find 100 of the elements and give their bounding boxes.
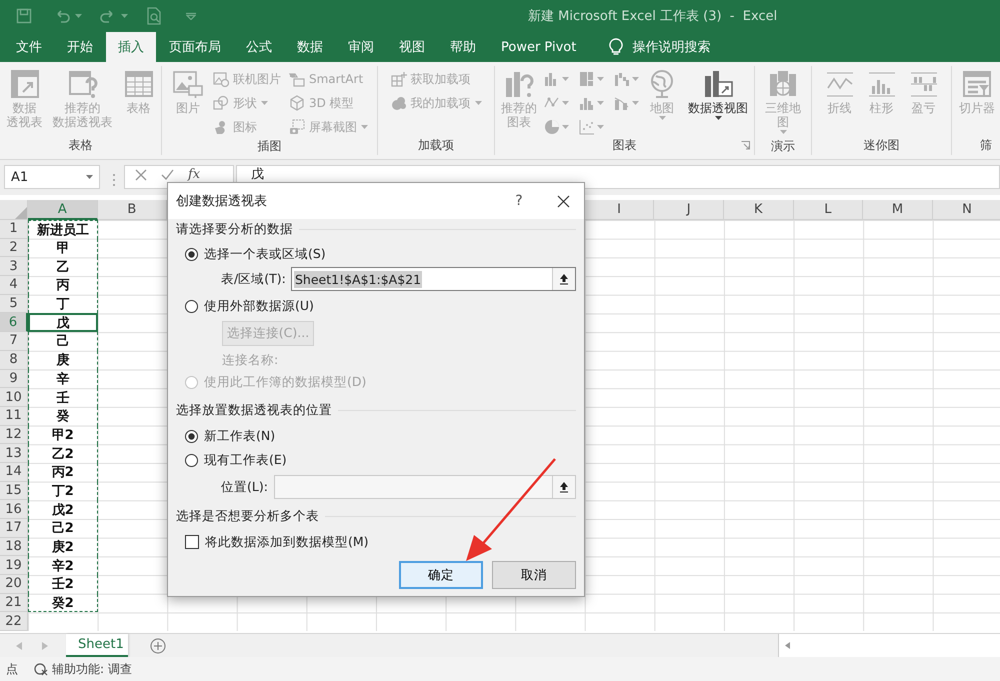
dialog-button[interactable]: 取消 bbox=[492, 561, 576, 589]
enter-icon[interactable] bbox=[161, 169, 174, 181]
save-icon[interactable] bbox=[16, 8, 32, 24]
dialog-button[interactable]: 确定 bbox=[399, 561, 483, 589]
radio-option[interactable]: 新工作表(N) bbox=[185, 425, 576, 447]
radio-button[interactable] bbox=[185, 430, 198, 442]
ribbon-tab[interactable]: 数据 bbox=[285, 32, 335, 62]
row-header[interactable]: 10 bbox=[0, 388, 28, 407]
checkbox[interactable] bbox=[185, 535, 199, 549]
row-header[interactable]: 2 bbox=[0, 238, 28, 258]
row-header[interactable]: 20 bbox=[0, 575, 28, 594]
table-cell: 丙2 bbox=[28, 462, 98, 482]
screenshot-icon bbox=[289, 119, 305, 135]
slicer-icon bbox=[961, 68, 993, 100]
column-header[interactable]: L bbox=[794, 200, 864, 220]
table-cell: 辛2 bbox=[28, 556, 98, 576]
caret-icon[interactable] bbox=[562, 124, 569, 130]
column-header[interactable]: J bbox=[654, 200, 724, 220]
radio-option[interactable]: 选择一个表或区域(S) bbox=[185, 243, 576, 265]
row-header[interactable]: 14 bbox=[0, 462, 28, 482]
row-header[interactable]: 13 bbox=[0, 444, 28, 463]
row-header[interactable]: 9 bbox=[0, 370, 28, 388]
row-header[interactable]: 16 bbox=[0, 500, 28, 519]
row-header[interactable]: 22 bbox=[0, 612, 28, 631]
row-header[interactable]: 4 bbox=[0, 276, 28, 295]
ribbon-tab[interactable]: 页面布局 bbox=[157, 32, 233, 62]
caret-icon[interactable] bbox=[75, 14, 82, 18]
group-label: 迷你图 bbox=[864, 136, 900, 154]
row-header[interactable]: 3 bbox=[0, 257, 28, 276]
caret-icon bbox=[780, 130, 786, 135]
caret-icon[interactable] bbox=[597, 76, 604, 82]
pivot-chart-icon bbox=[702, 68, 734, 100]
scroll-left-icon[interactable] bbox=[16, 642, 22, 650]
column-header[interactable]: K bbox=[724, 200, 794, 220]
row-header[interactable]: 11 bbox=[0, 406, 28, 426]
table-cell: 乙2 bbox=[28, 444, 98, 463]
name-box[interactable]: A1 bbox=[4, 165, 100, 189]
shapes-icon bbox=[213, 95, 229, 111]
sheet-tab[interactable]: Sheet1 bbox=[66, 634, 128, 657]
caret-icon[interactable] bbox=[562, 76, 569, 82]
add-sheet-icon[interactable] bbox=[150, 638, 166, 654]
help-button[interactable]: ? bbox=[511, 193, 527, 209]
accessibility-button[interactable]: 辅助功能: 调查 bbox=[34, 660, 132, 678]
range-field[interactable]: Sheet1!$A$1:$A$21 bbox=[291, 267, 576, 291]
print-preview-icon[interactable] bbox=[146, 7, 162, 25]
scroll-right-icon[interactable] bbox=[42, 642, 48, 650]
row-header[interactable]: 8 bbox=[0, 350, 28, 370]
radio-button[interactable] bbox=[185, 300, 198, 312]
caret-icon[interactable] bbox=[597, 100, 604, 106]
radio-button[interactable] bbox=[185, 248, 198, 260]
caret-icon[interactable] bbox=[597, 124, 604, 130]
row-header[interactable]: 5 bbox=[0, 294, 28, 314]
section-heading: 请选择要分析的数据 bbox=[176, 220, 293, 238]
insert-function-button[interactable]: fx bbox=[188, 169, 200, 181]
status-mode: 点 bbox=[6, 660, 18, 678]
row-header[interactable]: 19 bbox=[0, 556, 28, 576]
checkbox-option[interactable]: 将此数据添加到数据模型(M) bbox=[185, 531, 576, 553]
close-icon[interactable] bbox=[557, 194, 570, 208]
tell-me-button[interactable]: 操作说明搜索 bbox=[605, 32, 714, 62]
column-header[interactable]: N bbox=[932, 200, 1000, 220]
row-header[interactable]: 15 bbox=[0, 482, 28, 500]
ribbon-tab[interactable]: 帮助 bbox=[438, 32, 488, 62]
row-header[interactable]: 17 bbox=[0, 519, 28, 538]
row-header[interactable]: 12 bbox=[0, 426, 28, 444]
caret-icon[interactable] bbox=[632, 76, 639, 82]
caret-icon[interactable] bbox=[632, 100, 639, 106]
radio-button[interactable] bbox=[185, 454, 198, 466]
customize-toolbar-icon[interactable] bbox=[186, 12, 196, 20]
table-cell: 丁 bbox=[28, 294, 98, 314]
radio-option[interactable]: 使用外部数据源(U) bbox=[185, 295, 576, 317]
ribbon-tab[interactable]: 文件 bbox=[4, 32, 54, 62]
column-header[interactable]: I bbox=[584, 200, 654, 220]
ribbon-button[interactable]: 数据透视图 bbox=[684, 66, 752, 136]
collapse-dialog-icon[interactable] bbox=[559, 273, 569, 285]
column-header[interactable]: A bbox=[28, 200, 98, 220]
dialog-launcher-icon[interactable] bbox=[741, 141, 750, 150]
row-header[interactable]: 18 bbox=[0, 538, 28, 556]
column-header[interactable]: M bbox=[863, 200, 933, 220]
row-header[interactable]: 7 bbox=[0, 332, 28, 351]
row-header[interactable]: 1 bbox=[0, 220, 28, 239]
corner-triangle-icon bbox=[15, 207, 27, 219]
ribbon-tab[interactable]: 开始 bbox=[55, 32, 105, 62]
ribbon-tab[interactable]: 审阅 bbox=[336, 32, 386, 62]
row-header[interactable]: 6 bbox=[0, 313, 28, 332]
select-all-corner[interactable] bbox=[0, 200, 28, 220]
row-header[interactable]: 21 bbox=[0, 594, 28, 612]
connection-name-label: 连接名称: bbox=[222, 350, 280, 368]
online-picture-icon bbox=[213, 71, 229, 87]
table-cell: 己 bbox=[28, 332, 98, 351]
caret-icon[interactable] bbox=[562, 100, 569, 106]
caret-icon[interactable] bbox=[121, 14, 128, 18]
ribbon-tab[interactable]: 公式 bbox=[234, 32, 284, 62]
column-header[interactable]: B bbox=[98, 200, 168, 220]
ribbon-tab[interactable]: 插入 bbox=[106, 32, 156, 62]
ribbon-tab[interactable]: 视图 bbox=[387, 32, 437, 62]
ribbon-tab[interactable]: Power Pivot bbox=[489, 32, 588, 62]
radio-option[interactable]: 现有工作表(E) bbox=[185, 449, 576, 471]
table-help-icon bbox=[66, 68, 98, 100]
horizontal-scrollbar[interactable] bbox=[778, 634, 1000, 657]
cancel-icon[interactable] bbox=[135, 169, 147, 181]
